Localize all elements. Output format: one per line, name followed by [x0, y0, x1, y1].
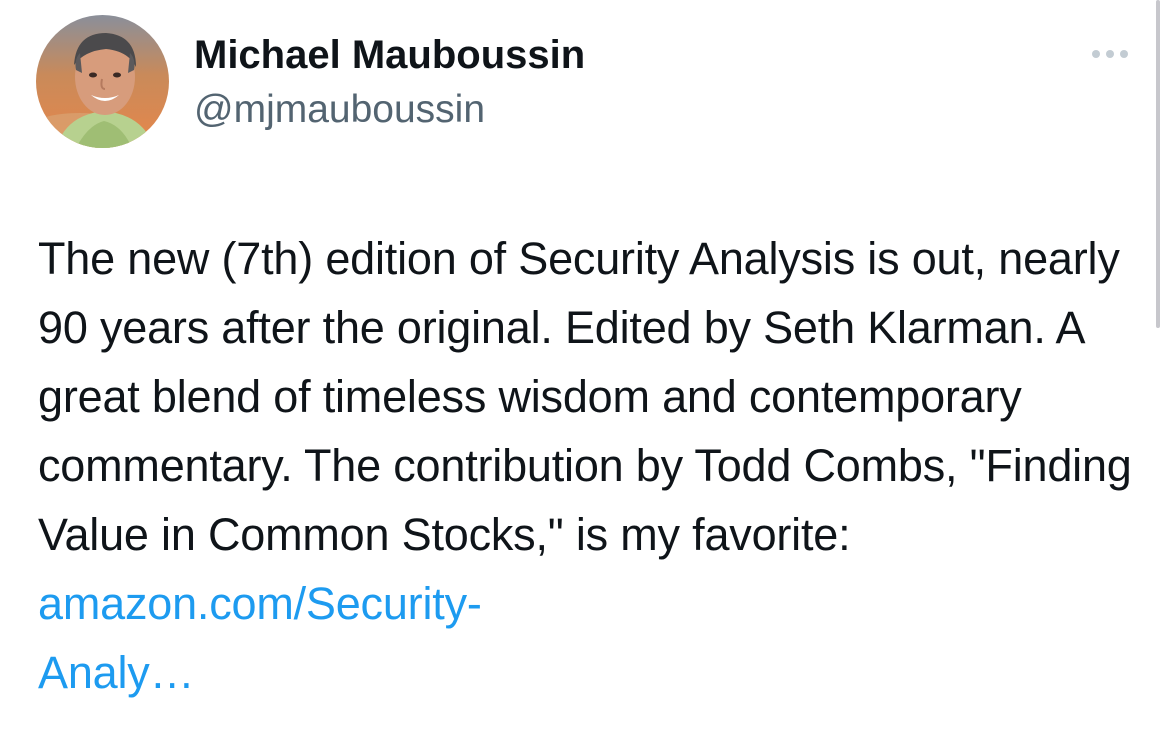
tweet-text: The new (7th) edition of Security Analys… [38, 224, 1143, 707]
tweet-link-part1: amazon.com/Security- [38, 578, 482, 629]
more-options-button[interactable] [1082, 40, 1138, 68]
tweet-link[interactable]: amazon.com/Security- Analy… [38, 578, 482, 698]
profile-photo-icon [36, 15, 169, 148]
author-handle[interactable]: @mjmauboussin [194, 86, 485, 134]
tweet-body: The new (7th) edition of Security Analys… [38, 233, 1132, 560]
tweet-card: Michael Mauboussin @mjmauboussin The new… [0, 0, 1170, 733]
author-display-name[interactable]: Michael Mauboussin [194, 30, 585, 80]
more-options-icon [1092, 50, 1100, 58]
scrollbar[interactable] [1156, 0, 1160, 328]
tweet-link-part2: Analy… [38, 647, 195, 698]
avatar[interactable] [36, 15, 169, 148]
more-options-icon-dot [1106, 50, 1114, 58]
more-options-icon-dot [1120, 50, 1128, 58]
